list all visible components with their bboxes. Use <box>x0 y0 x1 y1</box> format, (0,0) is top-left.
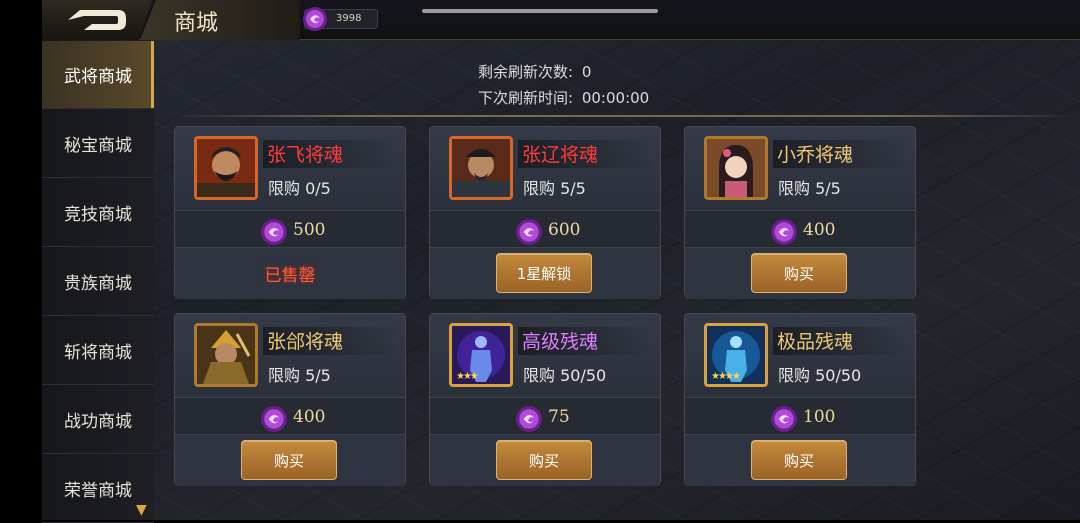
sidebar-item-slay-shop[interactable]: 斩将商城 <box>42 317 154 385</box>
star-rating-icon: ★★★★ <box>711 371 741 382</box>
sidebar-item-merit-shop[interactable]: 战功商城 <box>42 386 154 454</box>
soul-gem-icon <box>261 219 287 245</box>
page-title: 商城 <box>174 11 219 36</box>
item-name: 张辽将魂 <box>518 140 656 168</box>
item-price: 400 <box>803 220 836 240</box>
soul-gem-icon <box>303 7 327 31</box>
sidebar-item-noble-shop[interactable]: 贵族商城 <box>42 248 154 316</box>
sidebar-item-arena-shop[interactable]: 竞技商城 <box>42 179 154 247</box>
item-price: 400 <box>293 407 326 427</box>
item-price: 600 <box>548 220 581 240</box>
purchase-limit: 限购 5/5 <box>268 366 331 385</box>
shop-card[interactable]: ★★★ 高级残魂 限购 50/50 75 购买 <box>429 313 661 486</box>
item-price: 75 <box>548 407 570 427</box>
shop-card[interactable]: 张辽将魂 限购 5/5 600 1星解锁 <box>429 126 661 299</box>
item-name: 张飞将魂 <box>263 140 401 168</box>
item-price: 100 <box>803 407 836 427</box>
chevron-down-icon[interactable]: ▼ <box>136 502 147 518</box>
sold-out-label: 已售罄 <box>264 266 316 286</box>
purchase-limit: 限购 50/50 <box>778 366 862 385</box>
purchase-limit: 限购 0/5 <box>268 179 331 198</box>
divider <box>172 115 1080 117</box>
shop-card[interactable]: ★★★★ 极品残魂 限购 50/50 100 购买 <box>684 313 916 486</box>
zhangliao-portrait-icon <box>449 136 513 200</box>
star-rating-icon: ★★★ <box>456 371 479 382</box>
item-name: 高级残魂 <box>518 327 656 355</box>
shop-card[interactable]: 小乔将魂 限购 5/5 400 购买 <box>684 126 916 299</box>
soul-gem-icon <box>771 406 797 432</box>
buy-button[interactable]: 购买 <box>241 440 337 480</box>
buy-button[interactable]: 购买 <box>751 440 847 480</box>
advanced-soul-fragment-icon: ★★★ <box>449 323 513 387</box>
back-arrow-icon <box>68 10 126 30</box>
currency-value: 3998 <box>336 13 362 24</box>
refresh-count-value: 0 <box>581 63 592 81</box>
purchase-limit: 限购 50/50 <box>523 366 607 385</box>
item-name: 张郃将魂 <box>263 327 401 355</box>
shop-card[interactable]: 张飞将魂 限购 0/5 500 已售罄 <box>174 126 406 299</box>
buy-button[interactable]: 购买 <box>751 253 847 293</box>
purchase-limit: 限购 5/5 <box>523 179 586 198</box>
sidebar-item-treasure-shop[interactable]: 秘宝商城 <box>42 110 154 178</box>
item-name: 极品残魂 <box>773 327 911 355</box>
zhanghe-portrait-icon <box>194 323 258 387</box>
title-banner <box>140 0 300 40</box>
drag-handle[interactable] <box>422 9 658 13</box>
item-price: 500 <box>293 220 326 240</box>
sidebar-item-general-shop[interactable]: 武将商城 <box>42 41 154 109</box>
soul-gem-icon <box>771 219 797 245</box>
soul-gem-icon <box>516 406 542 432</box>
soul-gem-icon <box>516 219 542 245</box>
xiaoqiao-portrait-icon <box>704 136 768 200</box>
soul-gem-icon <box>261 406 287 432</box>
refresh-time-value: 00:00:00 <box>581 89 650 107</box>
refresh-time: 下次刷新时间: 00:00:00 <box>478 87 649 108</box>
unlock-button[interactable]: 1星解锁 <box>496 253 592 293</box>
back-button[interactable] <box>42 0 152 40</box>
refresh-time-label: 下次刷新时间: <box>478 89 574 107</box>
purchase-limit: 限购 5/5 <box>778 179 841 198</box>
premium-soul-fragment-icon: ★★★★ <box>704 323 768 387</box>
refresh-count-label: 剩余刷新次数: <box>478 63 574 81</box>
refresh-count: 剩余刷新次数: 0 <box>478 61 591 82</box>
item-name: 小乔将魂 <box>773 140 911 168</box>
buy-button[interactable]: 购买 <box>496 440 592 480</box>
shop-card[interactable]: 张郃将魂 限购 5/5 400 购买 <box>174 313 406 486</box>
zhangfei-portrait-icon <box>194 136 258 200</box>
